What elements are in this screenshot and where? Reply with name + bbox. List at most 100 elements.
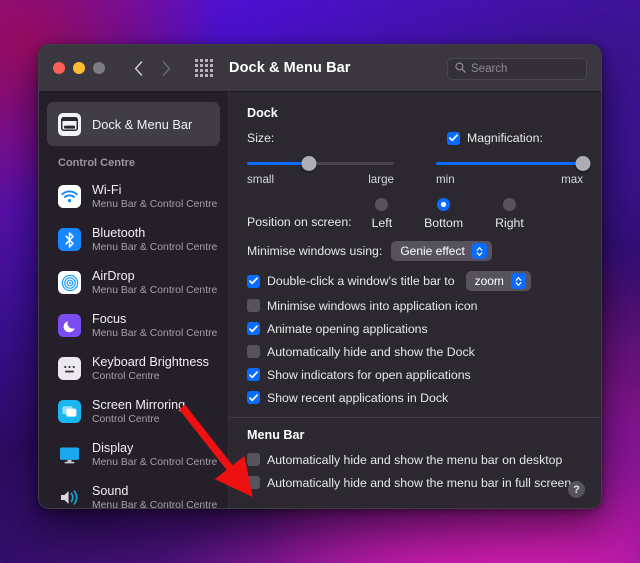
sidebar-item-screen-mirroring[interactable]: Screen Mirroring Control Centre xyxy=(39,390,228,433)
minimise-into-app-icon-checkbox[interactable] xyxy=(247,299,260,312)
dock-checkbox-row[interactable]: Show recent applications in Dock xyxy=(247,389,583,408)
forward-chevron-icon xyxy=(155,57,177,79)
magnification-slider[interactable]: min max xyxy=(436,155,583,186)
dock-section-heading: Dock xyxy=(247,106,583,120)
dock-checkbox-label: Minimise windows into application icon xyxy=(267,299,478,313)
keyboard-brightness-icon xyxy=(58,357,81,380)
display-icon xyxy=(58,443,81,466)
double-click-action-dropdown[interactable]: zoom xyxy=(466,271,531,291)
sidebar-item-title: AirDrop xyxy=(92,269,217,284)
dock-checkbox-row[interactable]: Automatically hide and show the Dock xyxy=(247,343,583,362)
sidebar-item-sound[interactable]: Sound Menu Bar & Control Centre xyxy=(39,476,228,508)
position-option-bottom-label: Bottom xyxy=(424,216,463,230)
sidebar-item-title: Keyboard Brightness xyxy=(92,355,209,370)
sidebar-item-airdrop[interactable]: AirDrop Menu Bar & Control Centre xyxy=(39,261,228,304)
navigation-buttons xyxy=(127,57,177,79)
dock-checkbox-row[interactable]: Minimise windows into application icon xyxy=(247,297,583,316)
menu-bar-checkbox-row[interactable]: Automatically hide and show the menu bar… xyxy=(247,451,583,470)
radio-left[interactable] xyxy=(375,198,388,211)
sidebar-item-text: Bluetooth Menu Bar & Control Centre xyxy=(92,226,217,254)
slider-thumb[interactable] xyxy=(576,156,591,171)
sidebar-item-subtitle: Menu Bar & Control Centre xyxy=(92,241,217,254)
menu-bar-checkbox-row[interactable]: Automatically hide and show the menu bar… xyxy=(247,474,583,493)
sidebar-item-title: Focus xyxy=(92,312,217,327)
sidebar-item-subtitle: Menu Bar & Control Centre xyxy=(92,198,217,211)
section-divider xyxy=(229,417,601,418)
sidebar-item-subtitle: Menu Bar & Control Centre xyxy=(92,456,217,469)
position-on-screen-label: Position on screen: xyxy=(247,215,352,230)
slider-fill xyxy=(436,162,583,165)
traffic-lights xyxy=(53,62,105,74)
double-click-checkbox[interactable] xyxy=(247,275,260,288)
auto-hide-menu-bar-desktop-checkbox[interactable] xyxy=(247,453,260,466)
minimise-effect-value: Genie effect xyxy=(400,244,465,258)
magnification-label: Magnification: xyxy=(467,131,543,145)
sidebar: Dock & Menu Bar Control Centre Wi-Fi Men… xyxy=(39,92,229,508)
help-button[interactable]: ? xyxy=(568,481,585,498)
double-click-action-value: zoom xyxy=(475,274,504,288)
sidebar-item-display[interactable]: Display Menu Bar & Control Centre xyxy=(39,433,228,476)
sidebar-item-title: Screen Mirroring xyxy=(92,398,185,413)
close-button[interactable] xyxy=(53,62,65,74)
sidebar-item-subtitle: Control Centre xyxy=(92,413,185,426)
auto-hide-menu-bar-fullscreen-checkbox[interactable] xyxy=(247,476,260,489)
sound-icon xyxy=(58,486,81,508)
window-body: Dock & Menu Bar Control Centre Wi-Fi Men… xyxy=(39,92,601,508)
sidebar-item-text: Sound Menu Bar & Control Centre xyxy=(92,484,217,509)
position-option-right[interactable]: Right xyxy=(495,198,524,230)
chevron-updown-icon xyxy=(472,243,487,259)
minimize-button[interactable] xyxy=(73,62,85,74)
dock-size-label: Size: xyxy=(247,131,274,145)
radio-bottom[interactable] xyxy=(437,198,450,211)
sidebar-item-dock-menu-bar[interactable]: Dock & Menu Bar xyxy=(47,102,220,146)
animate-opening-apps-checkbox[interactable] xyxy=(247,322,260,335)
show-indicators-checkbox[interactable] xyxy=(247,368,260,381)
show-all-icon[interactable] xyxy=(195,59,213,77)
sidebar-item-focus[interactable]: Focus Menu Bar & Control Centre xyxy=(39,304,228,347)
menu-bar-checkbox-label: Automatically hide and show the menu bar… xyxy=(267,453,562,467)
dock-checkbox-label: Show recent applications in Dock xyxy=(267,391,448,405)
window-titlebar: Dock & Menu Bar Search xyxy=(39,45,601,92)
bluetooth-icon xyxy=(58,228,81,251)
dock-checkbox-label: Animate opening applications xyxy=(267,322,428,336)
position-option-bottom[interactable]: Bottom xyxy=(424,198,463,230)
slider-thumb[interactable] xyxy=(301,156,316,171)
back-chevron-icon[interactable] xyxy=(127,57,149,79)
dock-checkbox-row[interactable]: Animate opening applications xyxy=(247,320,583,339)
screen-mirroring-icon xyxy=(58,400,81,423)
system-preferences-window: Dock & Menu Bar Search Dock & Menu Bar xyxy=(38,44,602,509)
double-click-label: Double-click a window's title bar to xyxy=(267,274,455,288)
sidebar-item-text: Screen Mirroring Control Centre xyxy=(92,398,185,426)
magnification-min-label: min xyxy=(436,173,455,186)
sidebar-item-title: Sound xyxy=(92,484,217,499)
chevron-updown-icon xyxy=(511,273,526,289)
dock-menu-bar-icon xyxy=(58,113,81,136)
sidebar-item-subtitle: Menu Bar & Control Centre xyxy=(92,284,217,297)
airdrop-icon xyxy=(58,271,81,294)
sidebar-item-wifi[interactable]: Wi-Fi Menu Bar & Control Centre xyxy=(39,175,228,218)
auto-hide-dock-checkbox[interactable] xyxy=(247,345,260,358)
search-input[interactable]: Search xyxy=(447,58,587,80)
sidebar-item-text: Wi-Fi Menu Bar & Control Centre xyxy=(92,183,217,211)
sidebar-item-bluetooth[interactable]: Bluetooth Menu Bar & Control Centre xyxy=(39,218,228,261)
minimise-effect-dropdown[interactable]: Genie effect xyxy=(391,241,492,261)
show-recent-apps-checkbox[interactable] xyxy=(247,391,260,404)
sidebar-group-title: Control Centre xyxy=(39,152,228,175)
slider-fill xyxy=(247,162,309,165)
magnification-checkbox[interactable] xyxy=(447,132,460,145)
position-option-left-label: Left xyxy=(372,216,393,230)
sidebar-item-title: Display xyxy=(92,441,217,456)
search-icon xyxy=(455,60,466,78)
dock-checkbox-label: Automatically hide and show the Dock xyxy=(267,345,475,359)
focus-moon-icon xyxy=(58,314,81,337)
dock-size-max-label: large xyxy=(368,173,394,186)
dock-size-slider[interactable]: small large xyxy=(247,155,394,186)
sidebar-item-keyboard-brightness[interactable]: Keyboard Brightness Control Centre xyxy=(39,347,228,390)
sidebar-item-subtitle: Control Centre xyxy=(92,370,209,383)
position-option-left[interactable]: Left xyxy=(372,198,393,230)
dock-checkbox-row[interactable]: Show indicators for open applications xyxy=(247,366,583,385)
radio-right[interactable] xyxy=(503,198,516,211)
minimise-using-label: Minimise windows using: xyxy=(247,244,382,258)
page-title: Dock & Menu Bar xyxy=(229,60,351,76)
magnification-max-label: max xyxy=(561,173,583,186)
